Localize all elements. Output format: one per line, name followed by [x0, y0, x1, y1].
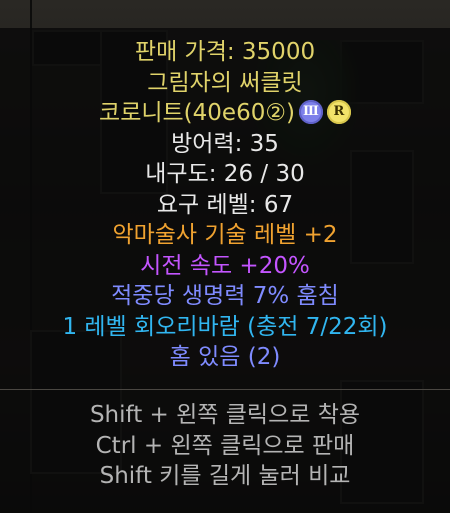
- mod-sockets: 홈 있음 (2): [169, 344, 281, 370]
- item-defense: 방어력: 35: [171, 130, 279, 157]
- tooltip-divider: [0, 389, 450, 390]
- item-info: 판매 가격: 35000 그림자의 써클릿 코로니트(40e60②) Ⅲ R 방어력…: [0, 37, 450, 373]
- mod-skill-level: 악마술사 기술 레벨 +2: [112, 222, 338, 248]
- mod-cast-speed: 시전 속도 +20%: [140, 252, 310, 279]
- mod-charged-skill: 1 레벨 회오리바람 (충전 7/22회): [62, 313, 388, 340]
- item-base-type: 코로니트(40e60②): [99, 100, 295, 126]
- hint-equip: Shift + 왼쪽 클릭으로 착용: [89, 402, 361, 428]
- mod-life-steal: 적중당 생명력 7% 훔침: [111, 283, 339, 309]
- rank-badge-icon: R: [326, 99, 351, 124]
- item-name: 그림자의 써클릿: [147, 69, 303, 96]
- item-price: 판매 가격: 35000: [134, 39, 316, 65]
- tier-badge-icon: Ⅲ: [298, 99, 323, 124]
- hint-sell: Ctrl + 왼쪽 클릭으로 판매: [95, 432, 355, 459]
- hint-compare: Shift 키를 길게 눌러 비교: [99, 463, 351, 489]
- item-base-type-row: 코로니트(40e60②) Ⅲ R: [0, 98, 450, 129]
- action-hints: Shift + 왼쪽 클릭으로 착용 Ctrl + 왼쪽 클릭으로 판매 Shi…: [0, 400, 450, 492]
- item-durability: 내구도: 26 / 30: [145, 161, 305, 187]
- item-level-requirement: 요구 레벨: 67: [156, 191, 294, 218]
